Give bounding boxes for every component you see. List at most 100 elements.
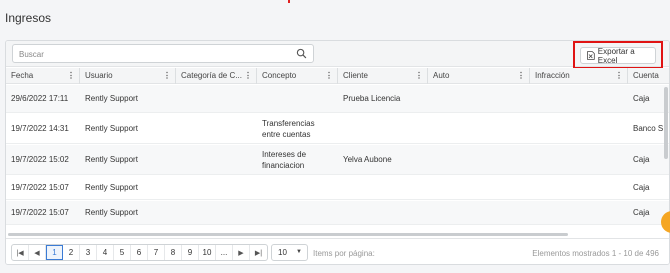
column-label: Auto [433,71,450,80]
caret-down-icon: ▼ [296,249,302,255]
column-header-usuario[interactable]: Usuario ⋮ [80,68,176,84]
table-row[interactable]: 19/7/2022 15:02 Rently Support Intereses… [6,145,669,175]
table-row[interactable]: 19/7/2022 14:31 Rently Support Transfere… [6,114,669,144]
cell-concepto [257,85,335,112]
cell-usuario: Rently Support [85,155,138,164]
column-label: Usuario [85,71,113,80]
red-mark [288,0,290,3]
cell-categoria [176,85,181,112]
column-header-fecha[interactable]: Fecha ⋮ [6,68,80,84]
items-count-text: Elementos mostrados 1 - 10 de 496 [532,249,659,258]
cell-categoria [176,114,181,143]
column-label: Cuenta [633,71,659,80]
cell-cuenta: Caja [633,94,650,103]
column-menu-icon[interactable]: ⋮ [244,68,252,84]
column-header-cliente[interactable]: Cliente ⋮ [338,68,428,84]
cell-usuario: Rently Support [85,208,138,217]
export-excel-label: Exportar a Excel [597,46,635,65]
cell-auto [428,85,433,112]
page-button[interactable]: 10 [199,245,216,260]
search-icon[interactable] [296,48,307,59]
column-header-concepto[interactable]: Concepto ⋮ [257,68,338,84]
vertical-scrollbar[interactable] [664,87,668,159]
page-ellipsis-button[interactable]: ... [216,245,233,260]
column-header-auto[interactable]: Auto ⋮ [428,68,530,84]
column-header-categoria[interactable]: Categoría de C... ⋮ [176,68,257,84]
cell-infraccion [530,85,535,112]
cell-infraccion [530,176,535,199]
cell-auto [428,145,433,174]
column-label: Categoría de C... [181,71,242,80]
cell-cuenta: Banco S [633,124,664,133]
page-button[interactable]: 6 [131,245,148,260]
items-per-page-label: Items por página: [313,249,375,258]
grid-panel: Exportar a Excel Fecha ⋮ Usuario ⋮ Categor… [5,40,670,265]
search-box[interactable] [12,44,314,63]
grid-toolbar: Exportar a Excel [6,41,669,69]
prev-page-icon[interactable]: ◀ [29,245,46,260]
export-excel-button[interactable]: Exportar a Excel [580,46,656,65]
search-input[interactable] [19,49,279,60]
page-button[interactable]: 5 [114,245,131,260]
cell-cliente [338,201,343,224]
column-menu-icon[interactable]: ⋮ [415,68,423,84]
table-row[interactable]: 19/7/2022 15:07 Rently Support Caja [6,201,669,225]
column-menu-icon[interactable]: ⋮ [163,68,171,84]
column-menu-icon[interactable]: ⋮ [517,68,525,84]
cell-fecha: 19/7/2022 15:02 [11,155,69,164]
cell-categoria [176,145,181,174]
cell-cliente: Yelva Aubone [343,155,392,164]
cell-cliente [338,176,343,199]
cell-fecha: 29/6/2022 17:11 [11,94,69,103]
page-size-select[interactable]: 10 ▼ [271,244,308,261]
column-label: Concepto [262,71,297,80]
page-button[interactable]: 8 [165,245,182,260]
export-highlight-box: Exportar a Excel [573,41,663,69]
page-button[interactable]: 7 [148,245,165,260]
cell-fecha: 19/7/2022 15:07 [11,183,69,192]
cell-auto [428,201,433,224]
table-row[interactable]: 19/7/2022 15:07 Rently Support Caja [6,176,669,200]
page-button[interactable]: 1 [46,245,63,260]
page-button[interactable]: 9 [182,245,199,260]
cell-cliente: Prueba Licencia [343,94,401,103]
cell-concepto [257,201,335,224]
first-page-icon[interactable]: |◀ [12,245,29,260]
cell-infraccion [530,114,535,143]
table-header: Fecha ⋮ Usuario ⋮ Categoría de C... ⋮ Conce… [6,68,669,84]
column-header-cuenta[interactable]: Cuenta [628,68,669,84]
cell-auto [428,114,433,143]
cell-cliente [338,114,343,143]
next-page-icon[interactable]: ▶ [233,245,250,260]
table-row[interactable]: 29/6/2022 17:11 Rently Support Prueba Li… [6,85,669,113]
page-button[interactable]: 4 [97,245,114,260]
horizontal-scrollbar[interactable] [8,233,568,236]
cell-concepto [257,176,335,199]
column-menu-icon[interactable]: ⋮ [67,68,75,84]
cell-infraccion [530,145,535,174]
column-header-infraccion[interactable]: Infracción ⋮ [530,68,628,84]
pager: |◀ ◀ 1 2 3 4 5 6 7 8 9 10 ... ▶ ▶| [11,244,268,261]
cell-cuenta: Caja [633,208,650,217]
cell-concepto: Intereses de financiacion [262,149,307,170]
column-menu-icon[interactable]: ⋮ [325,68,333,84]
cell-usuario: Rently Support [85,124,138,133]
column-menu-icon[interactable]: ⋮ [615,68,623,84]
table-body: 29/6/2022 17:11 Rently Support Prueba Li… [6,85,669,235]
page-button[interactable]: 2 [63,245,80,260]
cell-categoria [176,201,181,224]
page-size-value: 10 [278,248,287,257]
cell-cuenta: Caja [633,183,650,192]
cell-auto [428,176,433,199]
excel-file-icon [587,51,595,60]
cell-cuenta: Caja [633,155,650,164]
cell-infraccion [530,201,535,224]
pagination-bar: |◀ ◀ 1 2 3 4 5 6 7 8 9 10 ... ▶ ▶| 10 ▼ … [6,238,669,264]
last-page-icon[interactable]: ▶| [250,245,267,260]
column-label: Infracción [535,71,570,80]
cell-categoria [176,176,181,199]
cell-fecha: 19/7/2022 15:07 [11,208,69,217]
cell-usuario: Rently Support [85,94,138,103]
page-button[interactable]: 3 [80,245,97,260]
cell-fecha: 19/7/2022 14:31 [11,124,69,133]
